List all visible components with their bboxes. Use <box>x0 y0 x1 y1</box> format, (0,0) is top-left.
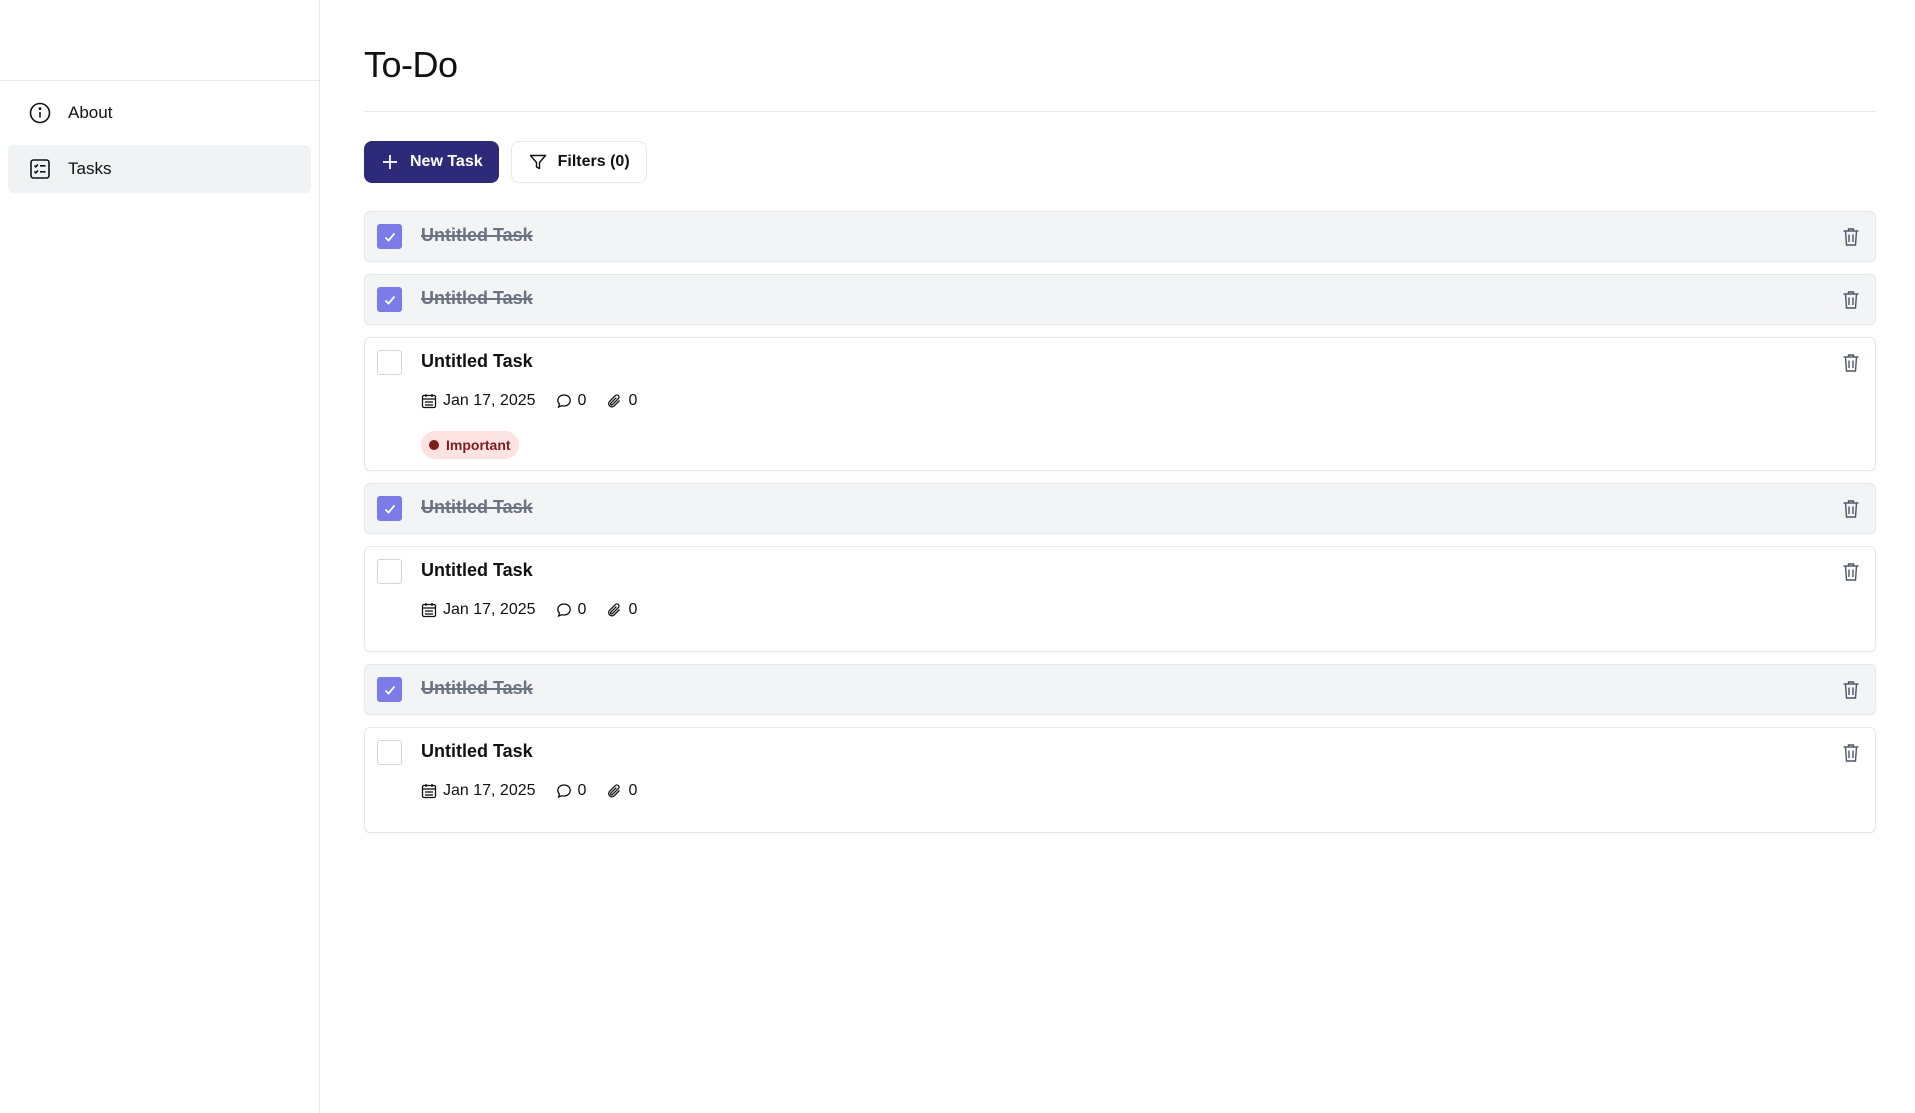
sidebar-item-about[interactable]: About <box>8 89 311 137</box>
task-item[interactable]: Untitled Task <box>364 483 1876 534</box>
attachment-count: 0 <box>606 601 637 619</box>
sidebar: About Tasks <box>0 0 320 1113</box>
paperclip-icon <box>608 394 621 408</box>
checkmark-icon <box>384 232 395 242</box>
task-checkbox[interactable] <box>377 350 402 375</box>
main-content: To-Do New Task Filters (0) Untitled Task… <box>364 0 1876 833</box>
task-item[interactable]: Untitled Task <box>364 664 1876 715</box>
checkmark-icon <box>384 504 395 514</box>
app-root: About Tasks To-Do New Task Filters (0) U… <box>0 0 1915 1113</box>
task-checkbox[interactable] <box>377 677 402 702</box>
task-item[interactable]: Untitled Task Jan 17, 2025 0 0 <box>364 337 1876 471</box>
checkmark-icon <box>384 295 395 305</box>
due-date: Jan 17, 2025 <box>421 392 536 410</box>
page-title: To-Do <box>364 0 1876 112</box>
task-meta: Jan 17, 2025 0 0 <box>421 782 637 800</box>
comment-icon <box>556 394 571 409</box>
info-icon <box>28 101 52 125</box>
toolbar: New Task Filters (0) <box>364 141 1876 183</box>
task-item[interactable]: Untitled Task Jan 17, 2025 0 0 <box>364 727 1876 833</box>
trash-icon[interactable] <box>1841 742 1861 764</box>
due-date: Jan 17, 2025 <box>421 601 536 619</box>
task-checkbox[interactable] <box>377 224 402 249</box>
filters-button[interactable]: Filters (0) <box>510 141 647 183</box>
comment-count-text: 0 <box>577 782 587 799</box>
task-title: Untitled Task <box>421 678 533 698</box>
task-title: Untitled Task <box>421 497 533 517</box>
attachment-count: 0 <box>606 392 637 410</box>
filters-label: Filters (0) <box>557 153 630 170</box>
comment-count: 0 <box>556 782 587 800</box>
task-title: Untitled Task <box>421 560 533 580</box>
paperclip-icon <box>608 784 621 798</box>
comment-count-text: 0 <box>577 601 587 618</box>
checkmark-icon <box>384 685 395 695</box>
trash-icon[interactable] <box>1841 352 1861 374</box>
task-title: Untitled Task <box>421 351 533 371</box>
new-task-label: New Task <box>410 153 483 170</box>
plus-icon <box>383 155 397 169</box>
comment-count: 0 <box>556 392 587 410</box>
comment-icon <box>556 784 571 799</box>
badge-dot-icon <box>429 440 439 450</box>
comment-icon <box>556 603 571 618</box>
task-item[interactable]: Untitled Task Jan 17, 2025 0 0 <box>364 546 1876 652</box>
calendar-icon <box>421 784 437 799</box>
task-title: Untitled Task <box>421 288 533 308</box>
trash-icon[interactable] <box>1841 226 1861 248</box>
trash-icon[interactable] <box>1841 289 1861 311</box>
comment-count: 0 <box>556 601 587 619</box>
comment-count-text: 0 <box>577 392 587 409</box>
trash-icon[interactable] <box>1841 561 1861 583</box>
badge-label: Important <box>446 437 511 453</box>
task-checkbox[interactable] <box>377 559 402 584</box>
sidebar-item-label: Tasks <box>68 159 112 178</box>
filter-icon <box>529 154 546 170</box>
calendar-icon <box>421 394 437 409</box>
sidebar-nav: About Tasks <box>0 81 319 201</box>
task-checkbox[interactable] <box>377 740 402 765</box>
task-checkbox[interactable] <box>377 287 402 312</box>
task-title: Untitled Task <box>421 225 533 245</box>
checklist-icon <box>28 157 52 181</box>
task-title: Untitled Task <box>421 741 533 761</box>
sidebar-header <box>0 0 319 81</box>
attachment-count: 0 <box>606 782 637 800</box>
new-task-button[interactable]: New Task <box>364 141 499 183</box>
attachment-count-text: 0 <box>628 782 638 799</box>
task-item[interactable]: Untitled Task <box>364 274 1876 325</box>
sidebar-item-label: About <box>68 103 113 122</box>
attachment-count-text: 0 <box>628 392 638 409</box>
due-date: Jan 17, 2025 <box>421 782 536 800</box>
trash-icon[interactable] <box>1841 679 1861 701</box>
task-meta: Jan 17, 2025 0 0 <box>421 392 637 410</box>
task-list: Untitled Task Untitled Task Untitled Tas… <box>364 211 1876 833</box>
calendar-icon <box>421 603 437 618</box>
trash-icon[interactable] <box>1841 498 1861 520</box>
paperclip-icon <box>608 603 621 617</box>
task-item[interactable]: Untitled Task <box>364 211 1876 262</box>
due-date-text: Jan 17, 2025 <box>443 601 536 618</box>
due-date-text: Jan 17, 2025 <box>443 392 536 409</box>
due-date-text: Jan 17, 2025 <box>443 782 536 799</box>
task-meta: Jan 17, 2025 0 0 <box>421 601 637 619</box>
task-checkbox[interactable] <box>377 496 402 521</box>
attachment-count-text: 0 <box>628 601 638 618</box>
sidebar-item-tasks[interactable]: Tasks <box>8 145 311 193</box>
priority-badge: Important <box>421 431 519 459</box>
